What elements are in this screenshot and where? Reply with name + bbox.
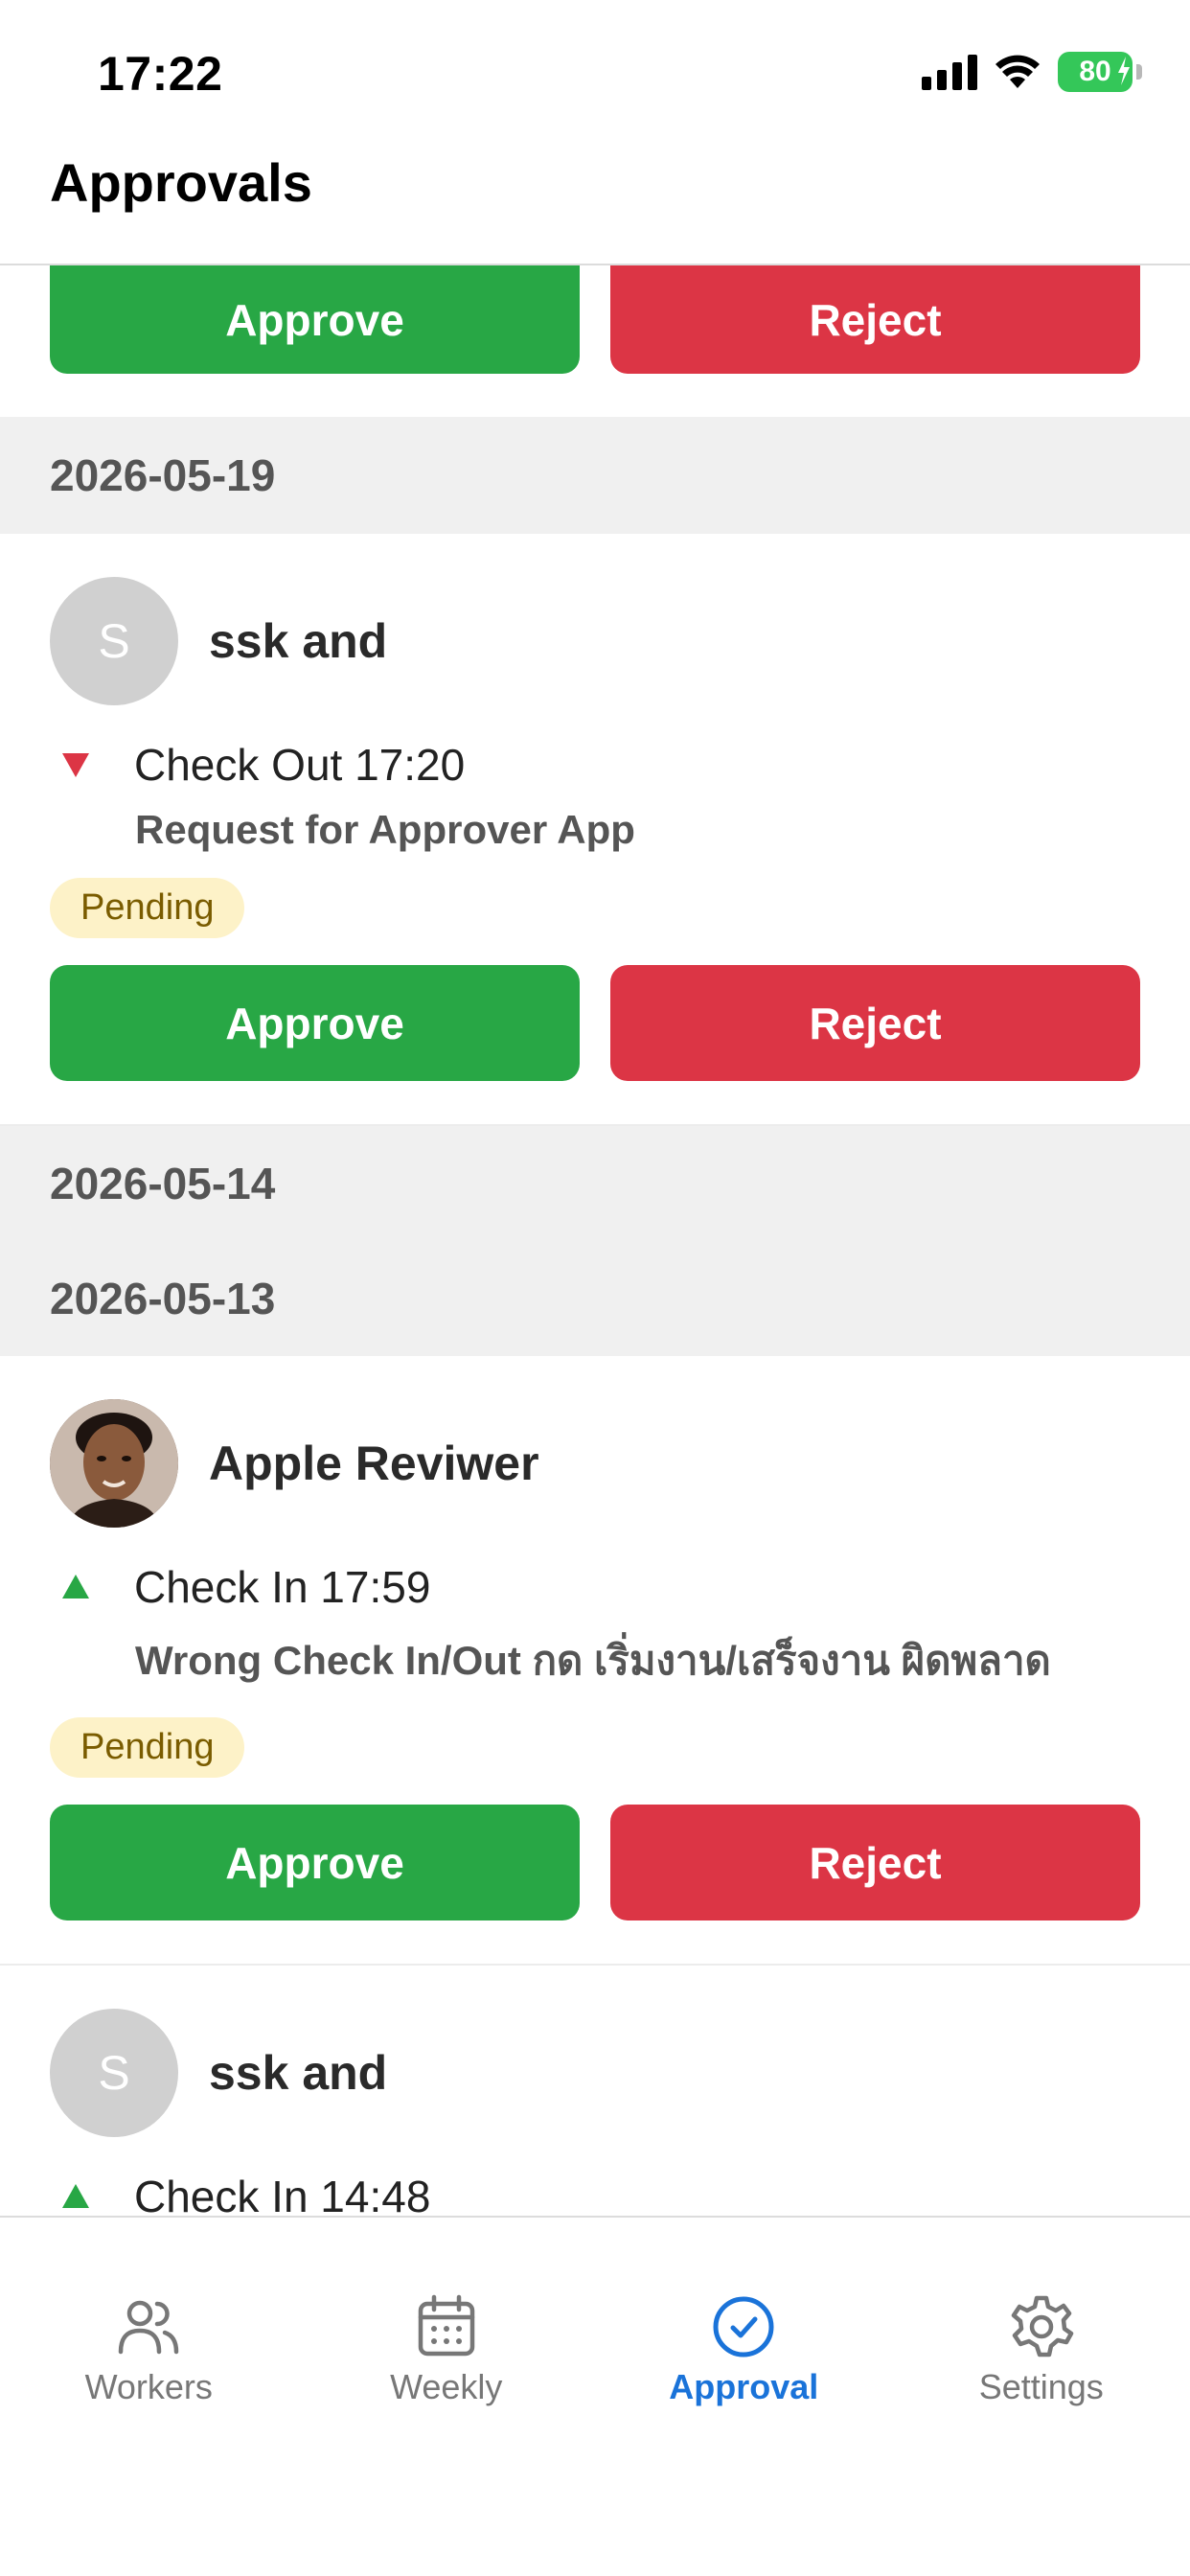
approve-button[interactable]: Approve bbox=[50, 965, 580, 1081]
battery-level: 80 bbox=[1079, 56, 1111, 87]
cellular-signal-icon bbox=[922, 54, 977, 90]
avatar-photo bbox=[50, 1399, 178, 1528]
card-actions: Approve Reject bbox=[50, 265, 1140, 374]
approval-card: S ssk and Check Out 17:20 Request for Ap… bbox=[0, 534, 1190, 1126]
event-text: Check Out 17:20 bbox=[134, 740, 466, 790]
tab-workers[interactable]: Workers bbox=[0, 2218, 298, 2419]
status-time: 17:22 bbox=[98, 47, 223, 101]
tab-label: Settings bbox=[978, 2367, 1104, 2406]
reject-button[interactable]: Reject bbox=[610, 1805, 1140, 1920]
date-section-header: 2026-05-14 bbox=[0, 1126, 1190, 1241]
user-row: S ssk and bbox=[50, 577, 1140, 705]
battery-icon: 80 bbox=[1058, 52, 1142, 92]
user-name: ssk and bbox=[209, 614, 388, 668]
tab-label: Approval bbox=[669, 2367, 819, 2406]
check-in-arrow-icon bbox=[50, 2183, 105, 2210]
event-text: Check In 14:48 bbox=[134, 2172, 431, 2216]
gear-icon bbox=[1011, 2295, 1073, 2358]
status-bar: 17:22 80 bbox=[0, 0, 1190, 144]
status-badge: Pending bbox=[50, 1717, 245, 1778]
avatar: S bbox=[50, 577, 178, 705]
charging-bolt-icon bbox=[1118, 57, 1130, 85]
tab-label: Weekly bbox=[390, 2367, 503, 2406]
reject-button[interactable]: Reject bbox=[610, 265, 1140, 374]
user-row: Apple Reviwer bbox=[50, 1399, 1140, 1528]
user-name: ssk and bbox=[209, 2046, 388, 2100]
tab-label: Workers bbox=[84, 2367, 213, 2406]
nav-header: Approvals bbox=[0, 144, 1190, 265]
status-badge: Pending bbox=[50, 878, 245, 938]
date-section-header: 2026-05-19 bbox=[0, 417, 1190, 534]
check-circle-icon bbox=[713, 2296, 774, 2358]
user-name: Apple Reviwer bbox=[209, 1437, 539, 1490]
date-section-header: 2026-05-13 bbox=[0, 1241, 1190, 1356]
tab-approval[interactable]: Approval bbox=[595, 2218, 893, 2419]
tab-settings[interactable]: Settings bbox=[893, 2218, 1190, 2419]
avatar bbox=[50, 1399, 178, 1528]
tab-bar: Workers Weekly Approval Settings bbox=[0, 2216, 1190, 2576]
card-actions: Approve Reject bbox=[50, 1805, 1140, 1920]
event-text: Check In 17:59 bbox=[134, 1562, 431, 1612]
check-out-arrow-icon bbox=[50, 751, 105, 778]
user-row: S ssk and bbox=[50, 2009, 1140, 2137]
status-icons: 80 bbox=[922, 52, 1142, 92]
request-reason: Request for Approver App bbox=[135, 807, 635, 852]
approve-button[interactable]: Approve bbox=[50, 1805, 580, 1920]
page-title: Approvals bbox=[50, 152, 312, 213]
avatar: S bbox=[50, 2009, 178, 2137]
calendar-icon bbox=[418, 2294, 474, 2357]
approval-list[interactable]: Approve Reject 2026-05-19 S ssk and Chec… bbox=[0, 265, 1190, 2216]
event-row: Check In 17:59 bbox=[50, 1558, 1140, 1616]
users-icon bbox=[119, 2300, 179, 2355]
approve-button[interactable]: Approve bbox=[50, 265, 580, 374]
approval-card: S ssk and Check In 14:48 bbox=[0, 1966, 1190, 2216]
reject-button[interactable]: Reject bbox=[610, 965, 1140, 1081]
approval-card-partial: Approve Reject bbox=[0, 265, 1190, 417]
wifi-icon bbox=[995, 55, 1040, 88]
request-reason: Wrong Check In/Out กด เริ่มงาน/เสร็จงาน … bbox=[135, 1638, 1051, 1683]
event-row: Check Out 17:20 bbox=[50, 736, 1140, 794]
tab-weekly[interactable]: Weekly bbox=[298, 2218, 596, 2419]
approval-card: Apple Reviwer Check In 17:59 Wrong Check… bbox=[0, 1356, 1190, 1966]
card-actions: Approve Reject bbox=[50, 965, 1140, 1081]
check-in-arrow-icon bbox=[50, 1574, 105, 1600]
event-row: Check In 14:48 bbox=[50, 2168, 1140, 2216]
